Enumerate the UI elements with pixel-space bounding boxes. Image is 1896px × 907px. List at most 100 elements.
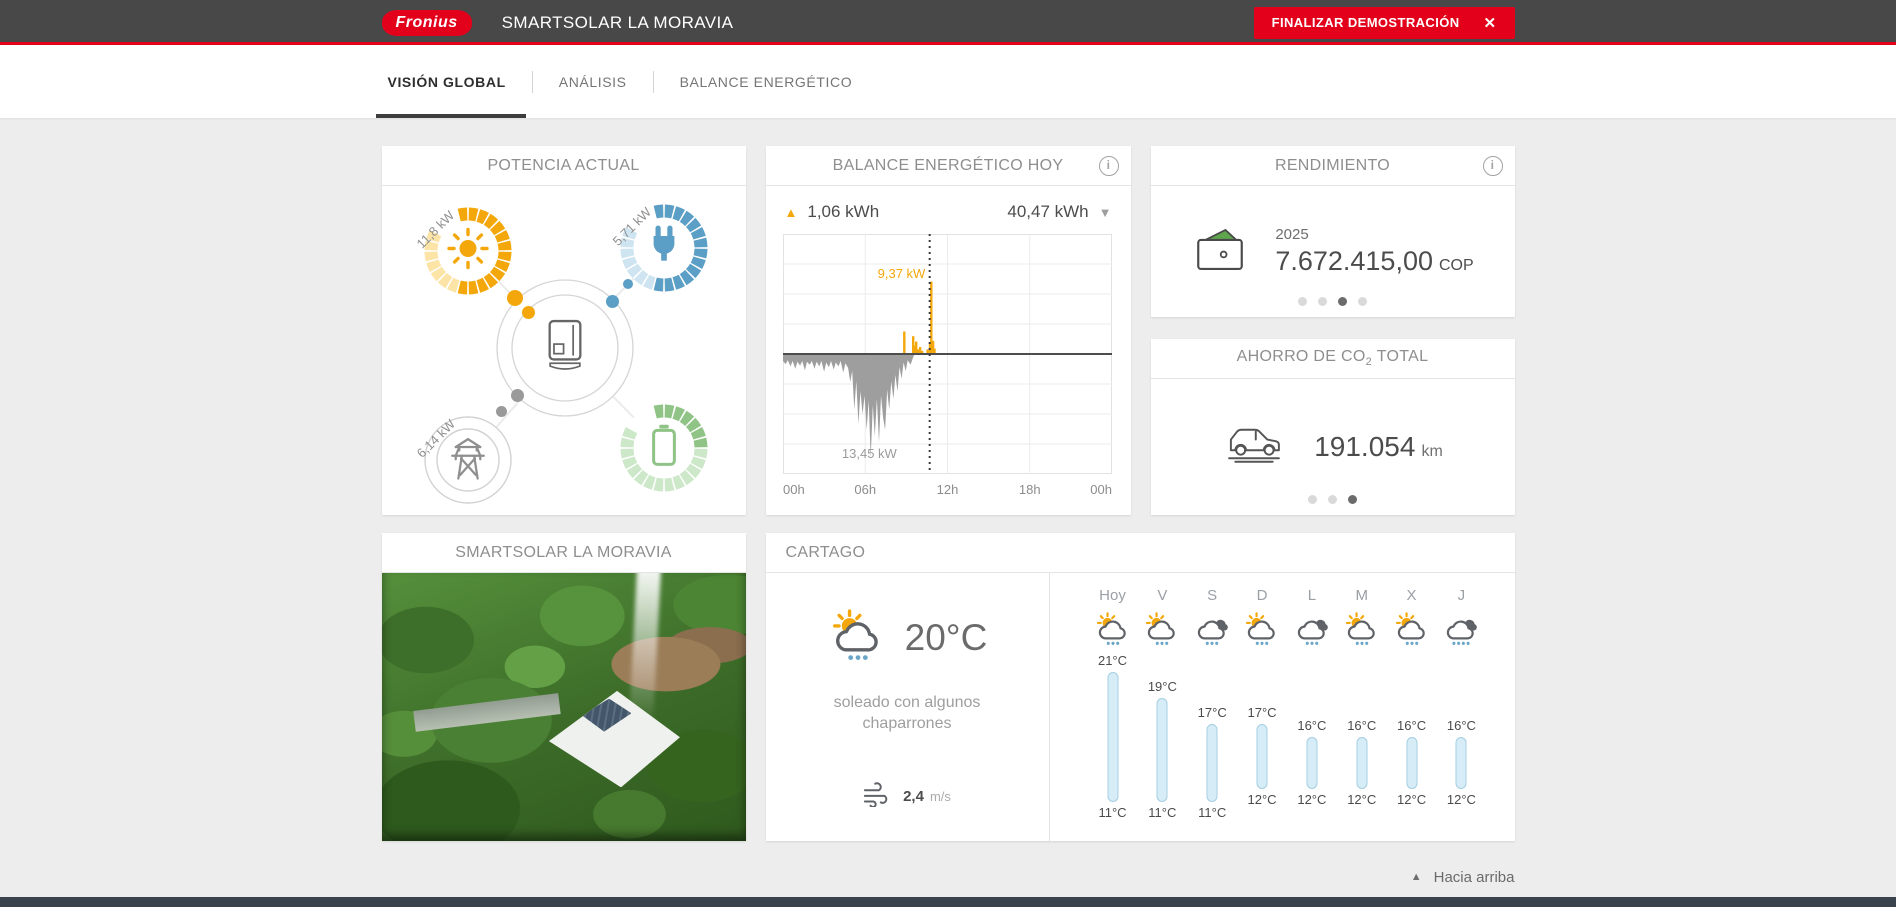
info-icon[interactable]: i (1098, 156, 1119, 176)
co2-pagination (1151, 495, 1515, 504)
grid-pylon-icon (447, 435, 489, 486)
forecast-high-temp: 16°C (1397, 718, 1427, 733)
current-temperature: 20°C (904, 617, 988, 659)
forecast-temp-bar (1356, 737, 1368, 789)
produced-legend: ▲ 1,06 kWh (784, 202, 880, 221)
car-icon (1222, 423, 1286, 470)
forecast-high-temp: 21°C (1097, 653, 1128, 668)
forecast-weather-icon (1389, 612, 1435, 648)
forecast-temp-track: 16°C 12°C (1438, 652, 1484, 828)
inverter-hub (521, 304, 609, 392)
svg-text:00h: 00h (1090, 482, 1112, 497)
forecast-temp-bar (1156, 698, 1168, 802)
pagination-dot[interactable] (1338, 297, 1347, 306)
sun-icon (445, 226, 491, 277)
pv-flow-dot (521, 306, 535, 319)
photo-solar-panels (581, 698, 632, 732)
site-aerial-photo (381, 573, 746, 841)
current-power-card: POTENCIA ACTUAL 11,8 kW 5,71 kW 6,14 kW (381, 146, 746, 515)
pv-flow-dot (506, 290, 523, 306)
forecast-low-temp: 12°C (1347, 792, 1377, 807)
forecast-day-label: L (1307, 587, 1317, 604)
tab-analisis[interactable]: ANÁLISIS (533, 45, 653, 118)
forecast-weather-icon (1239, 612, 1285, 648)
fronius-logo: Fronius (381, 9, 472, 36)
forecast-weather-icon (1289, 612, 1335, 648)
forecast-low-temp: 11°C (1198, 805, 1227, 820)
current-weather: 20°C soleado con algunos chaparrones 2,4… (766, 573, 1050, 841)
yield-title: RENDIMIENTO (1274, 156, 1390, 174)
site-card: SMARTSOLAR LA MORAVIA (381, 533, 746, 841)
forecast-low-temp: 11°C (1098, 805, 1127, 820)
nav-bar: VISIÓN GLOBAL ANÁLISIS BALANCE ENERGÉTIC… (0, 45, 1896, 118)
forecast-temp-bar (1256, 724, 1268, 789)
finish-demo-button[interactable]: FINALIZAR DEMOSTRACIÓN ✕ (1253, 6, 1515, 39)
forecast-temp-track: 17°C 12°C (1239, 652, 1285, 828)
pagination-dot[interactable] (1358, 297, 1367, 306)
pagination-dot[interactable] (1308, 495, 1317, 504)
forecast-day-column: J 16°C 12°C (1438, 587, 1484, 841)
forecast-high-temp: 17°C (1197, 705, 1227, 720)
pagination-dot[interactable] (1298, 297, 1307, 306)
page-footer: ▲ Hacia arriba (382, 841, 1515, 886)
forecast-day-column: D 17°C 12°C (1239, 587, 1285, 841)
forecast-day-column: X 16°C 12°C (1389, 587, 1435, 841)
pagination-dot[interactable] (1318, 297, 1327, 306)
consumption-flow-dot (622, 279, 633, 289)
yield-currency: COP (1438, 256, 1474, 274)
forecast-day-label: X (1406, 587, 1417, 604)
grid-flow-dot (510, 389, 524, 402)
info-icon[interactable]: i (1482, 156, 1503, 176)
forecast-day-column: V 19°C 11°C (1139, 587, 1185, 841)
yield-pagination (1151, 297, 1515, 306)
forecast-temp-track: 16°C 12°C (1339, 652, 1385, 828)
forecast-day-label: Hoy (1099, 587, 1126, 604)
tab-balance-energetico[interactable]: BALANCE ENERGÉTICO (654, 45, 879, 118)
back-to-top-link[interactable]: ▲ Hacia arriba (1411, 869, 1515, 886)
forecast-temp-track: 16°C 12°C (1389, 652, 1435, 828)
yield-year: 2025 (1275, 225, 1309, 243)
co2-value: 191.054 km (1314, 430, 1443, 462)
weather-location-title: CARTAGO (765, 533, 1515, 573)
up-arrow-icon: ▲ (1410, 871, 1422, 883)
produced-triangle-icon: ▲ (784, 205, 798, 220)
forecast-weather-icon (1139, 612, 1185, 648)
wallet-icon (1191, 223, 1249, 280)
svg-text:06h: 06h (854, 482, 876, 497)
forecast-temp-track: 16°C 12°C (1289, 652, 1335, 828)
svg-text:00h: 00h (783, 482, 805, 497)
forecast-temp-track: 21°C 11°C (1090, 652, 1136, 828)
forecast-day-column: S 17°C 11°C (1189, 587, 1235, 841)
forecast-day-column: Hoy 21°C 11°C (1090, 587, 1136, 841)
consumption-flow-dot (605, 295, 619, 308)
system-title: SMARTSOLAR LA MORAVIA (501, 12, 734, 32)
forecast-low-temp: 11°C (1148, 805, 1177, 820)
svg-text:12h: 12h (936, 482, 958, 497)
svg-text:13,45 kW: 13,45 kW (841, 446, 897, 461)
co2-unit: km (1421, 442, 1443, 460)
bottom-bar (0, 897, 1896, 907)
energy-balance-title: BALANCE ENERGÉTICO HOY (832, 156, 1064, 174)
forecast-weather-icon (1189, 612, 1235, 648)
finish-demo-label: FINALIZAR DEMOSTRACIÓN (1271, 15, 1460, 30)
svg-text:18h: 18h (1018, 482, 1040, 497)
battery-icon (647, 423, 681, 474)
pagination-dot[interactable] (1328, 495, 1337, 504)
forecast-temp-bar (1406, 737, 1418, 789)
forecast-temp-track: 17°C 11°C (1189, 652, 1235, 828)
pagination-dot[interactable] (1348, 495, 1357, 504)
forecast-strip: Hoy 21°C 11°C V 19°C 11°C S 17°C 11°C D 17°C 12… (1050, 573, 1515, 841)
inverter-icon (542, 317, 588, 380)
current-power-title: POTENCIA ACTUAL (381, 146, 746, 186)
photo-building-roof (548, 690, 680, 788)
power-flow-diagram: 11,8 kW 5,71 kW 6,14 kW (382, 186, 746, 514)
close-icon: ✕ (1483, 14, 1497, 32)
forecast-high-temp: 17°C (1247, 705, 1277, 720)
forecast-day-label: J (1457, 587, 1466, 604)
battery-gauge (620, 404, 708, 492)
app-root: Fronius SMARTSOLAR LA MORAVIA FINALIZAR … (0, 0, 1896, 907)
forecast-day-label: S (1207, 587, 1218, 604)
energy-balance-card: BALANCE ENERGÉTICO HOY i ▲ 1,06 kWh 40,47… (765, 146, 1131, 515)
tab-vision-global[interactable]: VISIÓN GLOBAL (375, 45, 532, 118)
forecast-high-temp: 16°C (1446, 718, 1476, 733)
